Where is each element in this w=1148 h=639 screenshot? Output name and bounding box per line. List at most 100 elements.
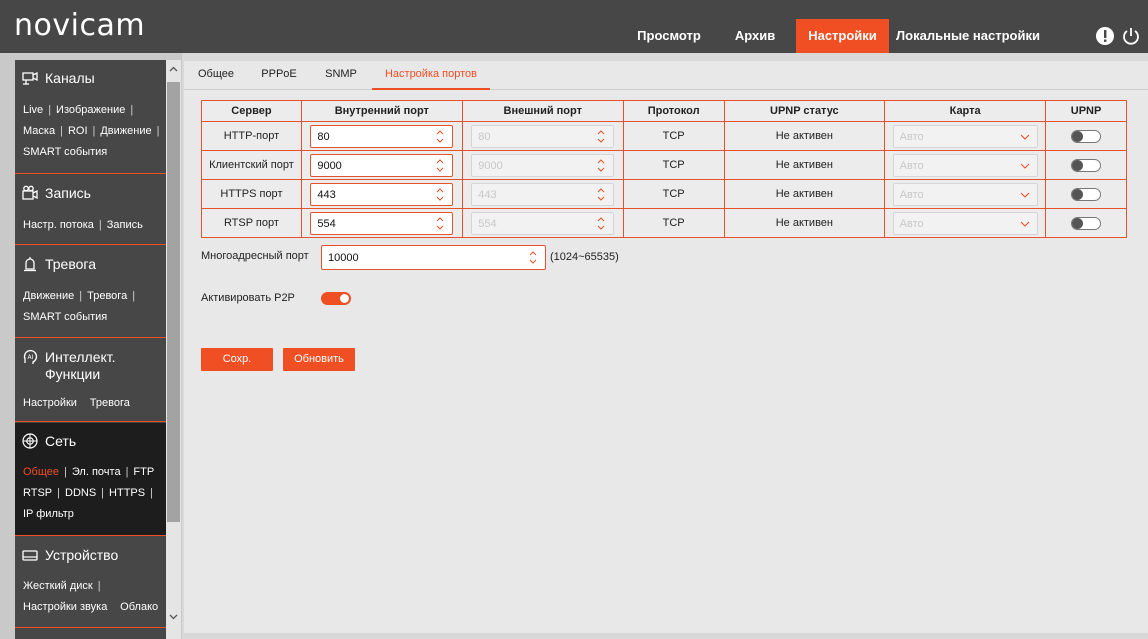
upnp-status: Не активен bbox=[723, 121, 886, 151]
upnp-status: Не активен bbox=[723, 179, 886, 209]
spinner-arrows-icon bbox=[597, 158, 605, 172]
link-live[interactable]: Live bbox=[23, 104, 43, 116]
sidebar-scrollbar[interactable] bbox=[166, 60, 181, 639]
sidebar-title-network[interactable]: Сеть bbox=[45, 433, 76, 450]
upnp-status: Не активен bbox=[723, 208, 886, 238]
table-row: Клиентский порт 9000 9000 TCP Не активен… bbox=[201, 150, 1127, 180]
nav-view[interactable]: Просмотр bbox=[624, 19, 714, 53]
table-row: RTSP порт 554 554 TCP Не активен Авто bbox=[201, 208, 1127, 238]
sidebar-title-channels[interactable]: Каналы bbox=[45, 70, 95, 87]
link-recording[interactable]: Запись bbox=[107, 219, 143, 231]
main-nav: Просмотр Архив Настройки Локальные настр… bbox=[624, 19, 1047, 53]
map-select: Авто bbox=[892, 153, 1038, 177]
upnp-toggle[interactable] bbox=[1071, 158, 1102, 172]
link-general[interactable]: Общее bbox=[23, 466, 59, 478]
p2p-toggle[interactable] bbox=[321, 292, 351, 305]
chevron-down-icon bbox=[1020, 134, 1030, 140]
link-ddns[interactable]: DDNS bbox=[65, 487, 96, 499]
protocol: TCP bbox=[622, 179, 725, 209]
sidebar-title-alarm[interactable]: Тревога bbox=[45, 256, 96, 273]
upnp-toggle[interactable] bbox=[1071, 129, 1102, 143]
chevron-down-icon[interactable] bbox=[169, 612, 178, 621]
top-bar: novicam Просмотр Архив Настройки Локальн… bbox=[0, 0, 1148, 53]
col-upnp: UPNP bbox=[1045, 100, 1127, 122]
chevron-down-icon bbox=[1020, 192, 1030, 198]
link-audio-settings[interactable]: Настройки звука bbox=[23, 601, 107, 613]
multicast-port-input[interactable]: 10000 bbox=[321, 245, 546, 270]
external-port-input: 554 bbox=[471, 211, 615, 235]
nav-settings[interactable]: Настройки bbox=[796, 19, 889, 53]
sidebar-title-device[interactable]: Устройство bbox=[45, 547, 118, 564]
link-roi[interactable]: ROI bbox=[68, 125, 88, 137]
external-port-input: 80 bbox=[471, 124, 615, 148]
link-alarm[interactable]: Тревога bbox=[87, 290, 127, 302]
link-cloud[interactable]: Облако bbox=[120, 601, 158, 613]
spinner-arrows-icon[interactable] bbox=[436, 215, 444, 232]
sidebar-menu: Каналы Live | Изображение | Маска | ROI | Дв… bbox=[15, 60, 166, 639]
link-hdd[interactable]: Жесткий диск bbox=[23, 580, 93, 592]
spinner-arrows-icon bbox=[597, 187, 605, 201]
col-map: Карта bbox=[884, 100, 1047, 122]
tab-pppoe[interactable]: PPPoE bbox=[254, 61, 304, 90]
link-alarm-motion[interactable]: Движение bbox=[23, 290, 74, 302]
link-https[interactable]: HTTPS bbox=[109, 487, 145, 499]
col-external-port: Внешний порт bbox=[461, 100, 624, 122]
tab-port-settings[interactable]: Настройка портов bbox=[372, 61, 490, 90]
power-icon[interactable] bbox=[1121, 26, 1141, 46]
upnp-toggle[interactable] bbox=[1071, 187, 1102, 201]
novicam-logo: novicam bbox=[14, 7, 146, 43]
sidebar-section-device: Устройство Жесткий диск | Настройки звука… bbox=[15, 537, 166, 628]
link-image[interactable]: Изображение bbox=[56, 104, 125, 116]
external-port-input: 9000 bbox=[471, 153, 615, 177]
internal-port-input[interactable]: 9000 bbox=[310, 153, 454, 177]
sidebar-section-channels: Каналы Live | Изображение | Маска | ROI | Дв… bbox=[15, 60, 166, 174]
network-icon bbox=[22, 433, 38, 449]
save-button[interactable]: Сохр. bbox=[201, 348, 273, 371]
sidebar-section-record: Запись Настр. потока | Запись bbox=[15, 175, 166, 245]
tab-snmp[interactable]: SNMP bbox=[316, 61, 366, 90]
main-panel: Общее PPPoE SNMP Настройка портов Сервер… bbox=[184, 61, 1148, 633]
internal-port-input[interactable]: 554 bbox=[310, 211, 454, 235]
link-smart-events[interactable]: SMART события bbox=[23, 146, 107, 158]
spinner-arrows-icon bbox=[597, 129, 605, 143]
server-name: HTTP-порт bbox=[201, 121, 302, 151]
link-mask[interactable]: Маска bbox=[23, 125, 55, 137]
upnp-status: Не активен bbox=[723, 150, 886, 180]
protocol: TCP bbox=[622, 150, 725, 180]
spinner-arrows-icon[interactable] bbox=[436, 186, 444, 203]
sidebar-title-record[interactable]: Запись bbox=[45, 185, 91, 202]
multicast-port-label: Многоадресный порт bbox=[201, 250, 309, 262]
link-stream-settings[interactable]: Настр. потока bbox=[23, 219, 94, 231]
link-email[interactable]: Эл. почта bbox=[72, 466, 121, 478]
spinner-arrows-icon[interactable] bbox=[436, 157, 444, 174]
chevron-up-icon[interactable] bbox=[169, 65, 178, 74]
spinner-arrows-icon bbox=[597, 216, 605, 230]
col-server: Сервер bbox=[201, 100, 302, 122]
link-alarm-smart-events[interactable]: SMART события bbox=[23, 311, 107, 323]
settings-tabs: Общее PPPoE SNMP Настройка портов bbox=[184, 61, 1148, 90]
nav-archive[interactable]: Архив bbox=[714, 19, 796, 53]
sidebar-scroll-thumb[interactable] bbox=[167, 82, 180, 522]
svg-text:AI: AI bbox=[28, 354, 34, 361]
col-upnp-status: UPNP статус bbox=[723, 100, 886, 122]
link-motion[interactable]: Движение bbox=[100, 125, 151, 137]
link-ai-alarm[interactable]: Тревога bbox=[90, 397, 130, 409]
internal-port-input[interactable]: 443 bbox=[310, 182, 454, 206]
link-rtsp[interactable]: RTSP bbox=[23, 487, 52, 499]
spinner-arrows-icon[interactable] bbox=[529, 249, 537, 266]
protocol: TCP bbox=[622, 208, 725, 238]
info-icon[interactable] bbox=[1095, 26, 1115, 46]
tab-general[interactable]: Общее bbox=[190, 61, 242, 90]
table-row: HTTPS порт 443 443 TCP Не активен Авто bbox=[201, 179, 1127, 209]
sidebar-section-ai: AI Интеллект. Функции Настройки| Тревога bbox=[15, 339, 166, 422]
upnp-toggle[interactable] bbox=[1071, 216, 1102, 230]
refresh-button[interactable]: Обновить bbox=[283, 348, 355, 371]
link-ip-filter[interactable]: IP фильтр bbox=[23, 508, 74, 520]
nav-local-settings[interactable]: Локальные настройки bbox=[889, 19, 1047, 53]
device-icon bbox=[22, 550, 38, 561]
sidebar-title-ai[interactable]: Интеллект. Функции bbox=[45, 349, 155, 383]
link-ftp[interactable]: FTP bbox=[133, 466, 154, 478]
spinner-arrows-icon[interactable] bbox=[436, 128, 444, 145]
internal-port-input[interactable]: 80 bbox=[310, 124, 454, 148]
link-ai-settings[interactable]: Настройки bbox=[23, 397, 77, 409]
